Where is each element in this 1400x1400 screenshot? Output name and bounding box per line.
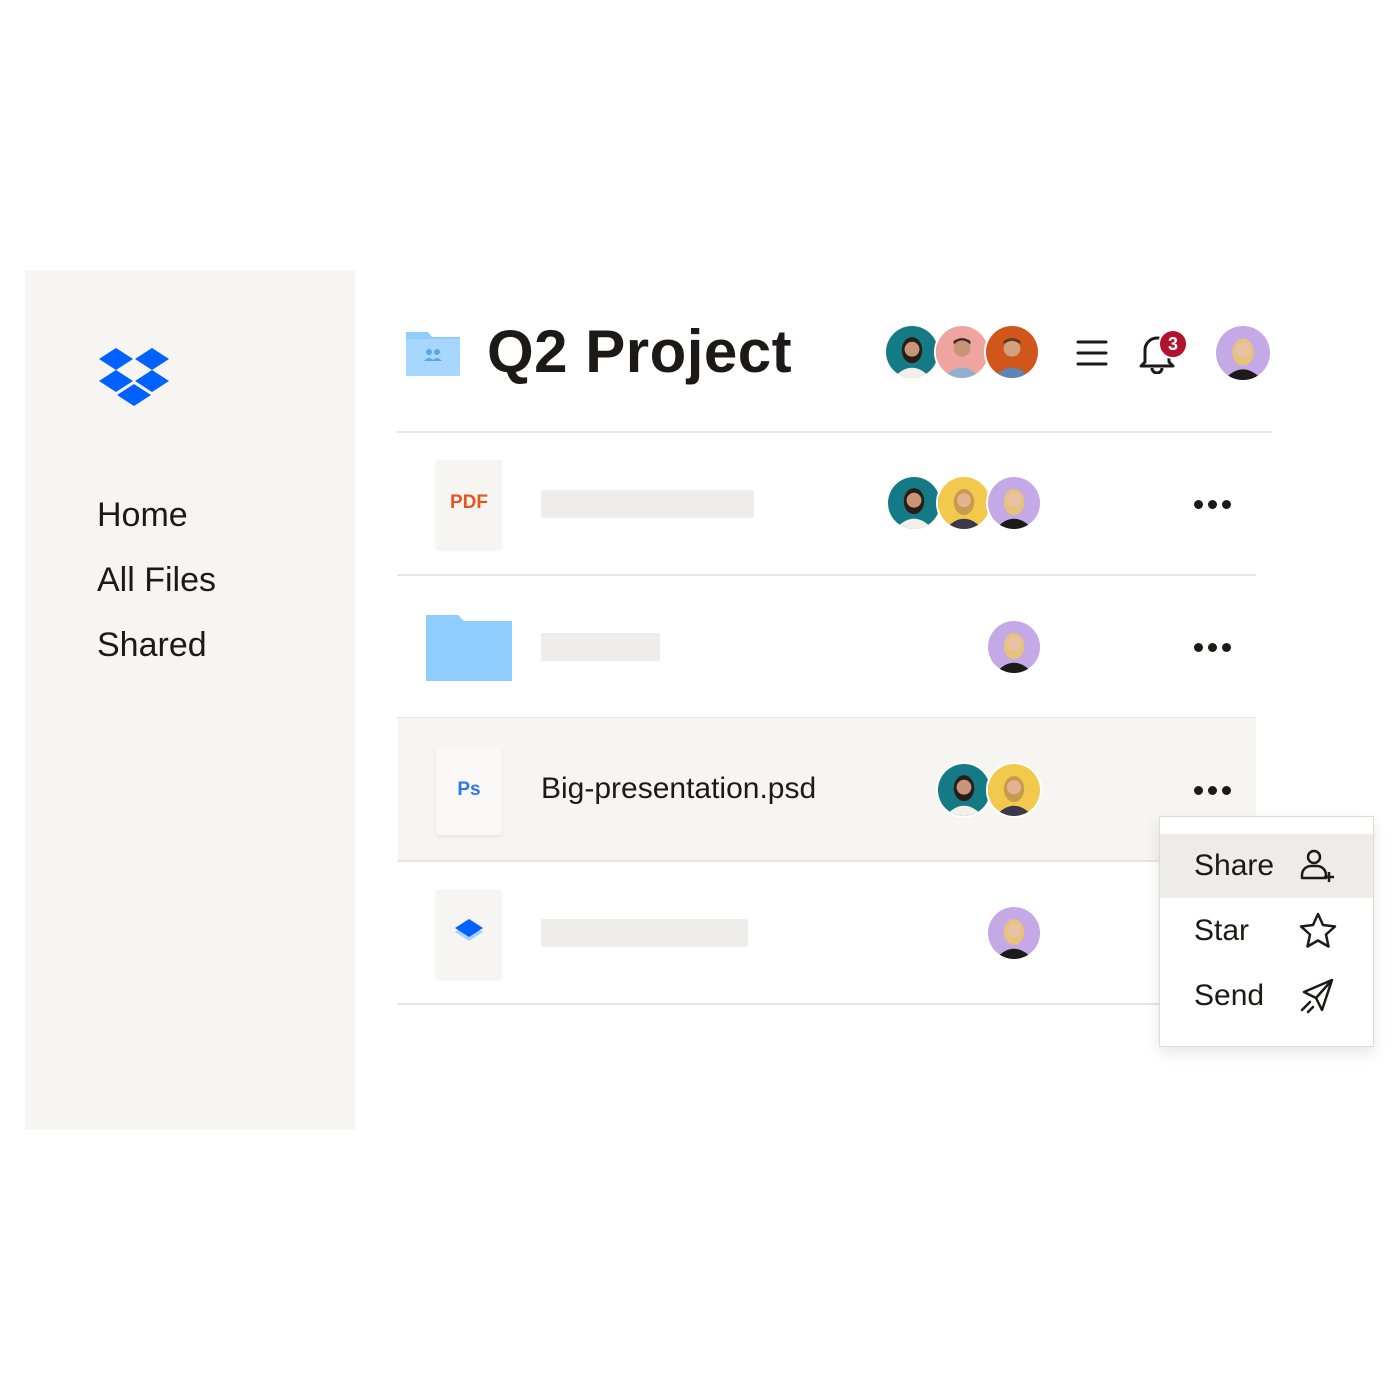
photoshop-file-icon[interactable]: Ps <box>436 747 502 835</box>
avatar[interactable] <box>986 475 1042 531</box>
file-name-placeholder <box>541 490 754 518</box>
more-options-icon[interactable] <box>1192 782 1234 798</box>
avatar[interactable] <box>936 762 992 818</box>
file-name[interactable]: Big-presentation.psd <box>541 770 816 808</box>
sidebar-item-home[interactable]: Home <box>97 483 216 548</box>
dropbox-diamond-icon <box>455 919 483 941</box>
menu-item-send[interactable]: Send <box>1160 964 1373 1028</box>
file-name-placeholder <box>541 919 748 947</box>
header-divider <box>397 431 1272 433</box>
row-divider <box>397 1003 1159 1005</box>
file-type-label: Ps <box>457 779 481 800</box>
shared-folder-icon <box>406 332 460 376</box>
row-divider <box>397 574 1256 576</box>
menu-item-label: Send <box>1194 979 1265 1012</box>
add-person-icon <box>1300 849 1334 882</box>
menu-item-label: Share <box>1194 849 1275 882</box>
context-menu: Share Star Send <box>1159 816 1374 1047</box>
dropbox-file-icon[interactable] <box>436 890 502 978</box>
dropbox-logo-icon[interactable] <box>99 348 169 408</box>
avatar[interactable] <box>986 762 1042 818</box>
avatar[interactable] <box>884 324 940 380</box>
star-icon <box>1299 912 1337 948</box>
sidebar-item-all-files[interactable]: All Files <box>97 548 216 613</box>
menu-item-label: Star <box>1194 914 1250 947</box>
avatar[interactable] <box>936 475 992 531</box>
app-window: Home All Files Shared Q2 Project 3 PDF P… <box>0 0 1400 1400</box>
avatar[interactable] <box>984 324 1040 380</box>
folder-icon[interactable] <box>426 611 514 683</box>
list-view-icon[interactable] <box>1075 336 1109 370</box>
more-options-icon[interactable] <box>1192 639 1234 655</box>
menu-item-star[interactable]: Star <box>1160 899 1373 963</box>
avatar[interactable] <box>986 619 1042 675</box>
sidebar: Home All Files Shared <box>25 270 355 1130</box>
menu-item-share[interactable]: Share <box>1160 834 1373 898</box>
page-title: Q2 Project <box>487 318 793 385</box>
sidebar-nav: Home All Files Shared <box>97 483 216 678</box>
sidebar-item-shared[interactable]: Shared <box>97 613 216 678</box>
file-name-placeholder <box>541 633 660 661</box>
avatar[interactable] <box>934 324 990 380</box>
more-options-icon[interactable] <box>1192 496 1234 512</box>
notification-badge: 3 <box>1158 329 1188 359</box>
row-divider <box>397 860 1159 862</box>
pdf-file-icon[interactable]: PDF <box>436 460 502 548</box>
selected-row[interactable] <box>398 718 1256 861</box>
avatar[interactable] <box>986 905 1042 961</box>
user-avatar[interactable] <box>1214 324 1272 382</box>
send-icon <box>1300 978 1334 1014</box>
avatar[interactable] <box>886 475 942 531</box>
file-type-label: PDF <box>450 492 488 513</box>
